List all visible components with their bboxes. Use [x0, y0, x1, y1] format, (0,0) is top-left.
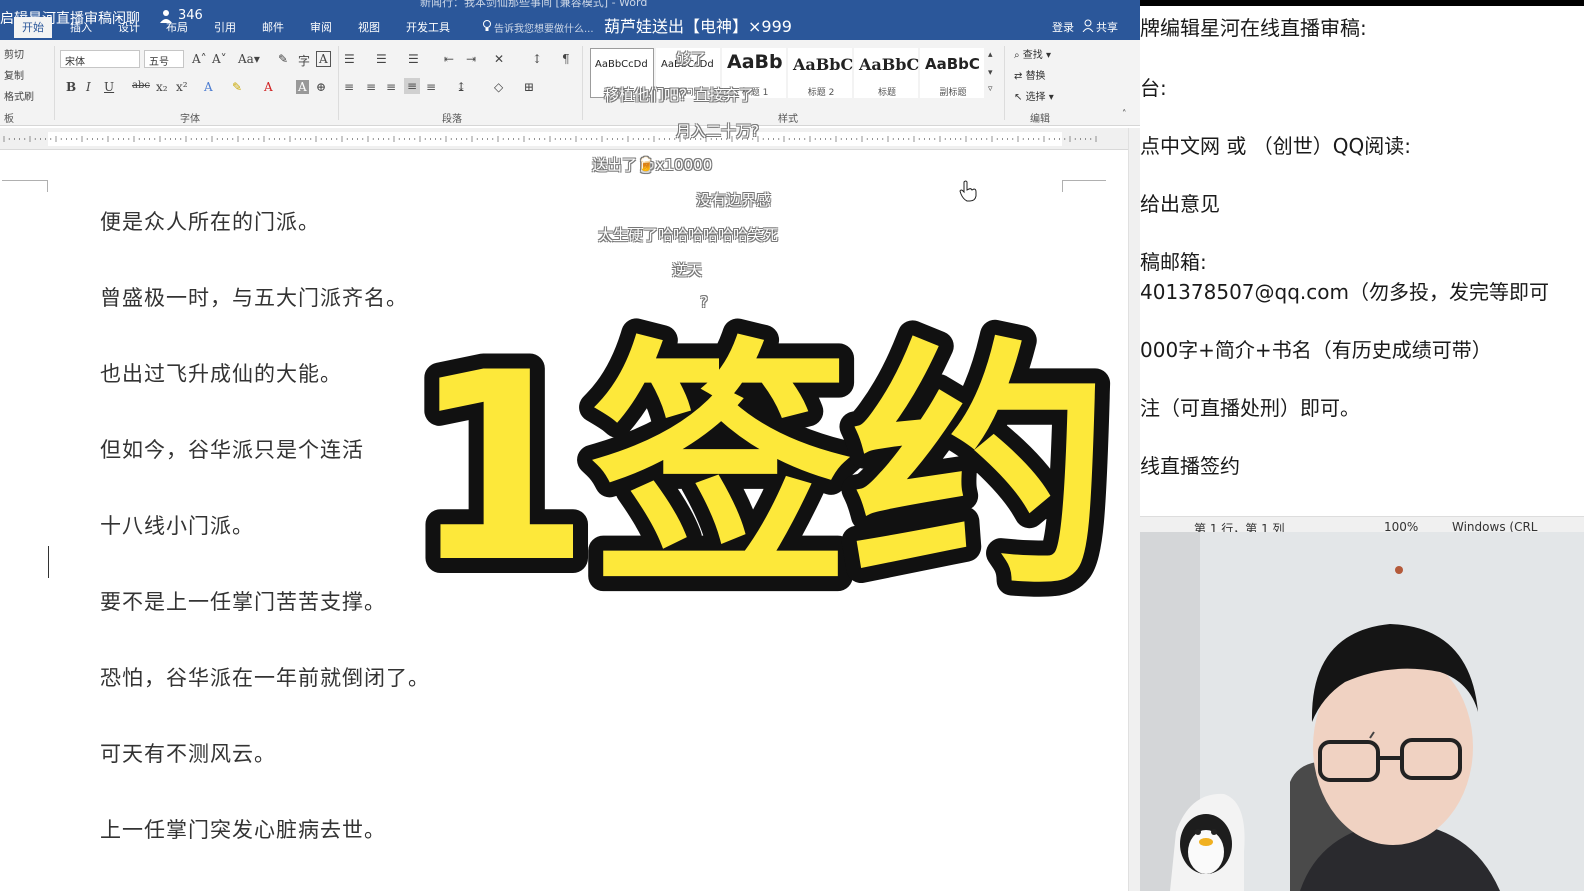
notepad-line: 注（可直播处刑）即可。 [1140, 396, 1360, 420]
webcam-scene [1140, 532, 1584, 891]
notepad-line: 牌编辑星河在线直播审稿: [1140, 16, 1367, 40]
notepad-topbar [1140, 0, 1584, 6]
notepad-line: 稿邮箱: [1140, 250, 1207, 274]
notepad-line: 给出意见 [1140, 192, 1220, 216]
notepad-line: 401378507@qq.com（勿多投，发完等即可 [1140, 280, 1549, 304]
big-caption-overlay: 1签约 [395, 303, 1126, 635]
notepad-window: 牌编辑星河在线直播审稿: 台: 点中文网 或 （创世）QQ阅读: 给出意见 稿邮… [1140, 0, 1584, 532]
notepad-line: 000字+简介+书名（有历史成绩可带） [1140, 338, 1492, 362]
big-caption-text: 1签约 [410, 318, 1111, 620]
webcam-feed [1140, 532, 1584, 891]
notepad-line: 台: [1140, 76, 1167, 100]
hand-cursor-icon [959, 180, 977, 202]
notepad-line: 线直播签约 [1140, 454, 1240, 478]
notepad-line: 点中文网 或 （创世）QQ阅读: [1140, 134, 1411, 158]
